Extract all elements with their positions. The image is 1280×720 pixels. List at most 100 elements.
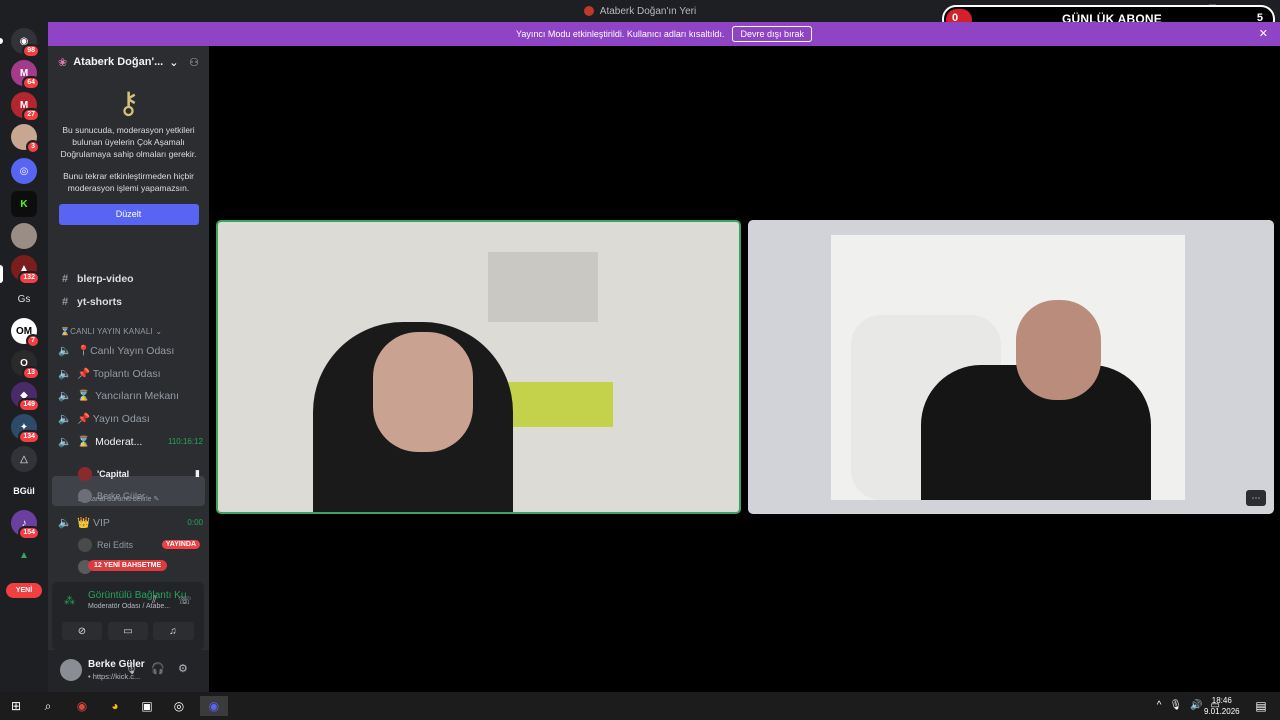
- camera-off-icon: ⊘: [77, 625, 87, 637]
- search-icon[interactable]: ⌕: [37, 696, 59, 716]
- server-icon[interactable]: 3: [11, 124, 40, 154]
- kick-server-icon[interactable]: K: [11, 191, 37, 217]
- speaker-icon: 🔈: [58, 436, 72, 448]
- app-icon[interactable]: ◎: [168, 696, 190, 716]
- soundboard-icon: ♫: [169, 625, 177, 637]
- new-servers-pill[interactable]: YENİ: [6, 583, 42, 598]
- chrome-icon[interactable]: ◕: [104, 696, 126, 716]
- microphone-icon[interactable]: 🎙: [124, 662, 138, 675]
- voice-channel[interactable]: 🔈 📌 Toplantı Odası: [58, 364, 203, 383]
- channel-label: yt-shorts: [77, 295, 122, 308]
- server-icon[interactable]: M 27: [11, 92, 40, 122]
- hash-icon: #: [61, 272, 69, 285]
- taskbar: ⊞ ⌕ ◉ ◕ ▣ ◎ ◉ ^ 🎙 🔊 ▭ 18:46 9.01.2026 ▤: [0, 692, 1280, 720]
- speaker-icon: 🔈: [58, 345, 72, 357]
- avatar: [78, 488, 92, 503]
- server-icon[interactable]: OM 7: [11, 318, 40, 348]
- camera-off-button[interactable]: ⊘: [62, 622, 102, 640]
- microphone-icon[interactable]: 🎙: [1169, 700, 1182, 711]
- channel-label: blerp-video: [77, 272, 134, 285]
- voice-channel[interactable]: 🔈 ⌛ Yancıların Mekanı: [58, 386, 203, 405]
- speaker-icon: 🔈: [58, 390, 72, 402]
- notification-icon[interactable]: ▤: [1250, 696, 1272, 716]
- server-name: Ataberk Doğan'...: [73, 56, 164, 68]
- streamer-mode-banner: Yayıncı Modu etkinleştirildi. Kullanıcı …: [48, 22, 1280, 46]
- mfa-text-2: Bunu tekrar etkinleştirmeden hiçbir mode…: [63, 171, 194, 193]
- disable-streamer-mode-button[interactable]: Devre dışı bırak: [732, 26, 812, 42]
- disconnect-icon[interactable]: ☏: [178, 594, 192, 607]
- camera-icon: ▮: [195, 468, 200, 478]
- server-icon[interactable]: △: [11, 446, 37, 472]
- voice-channel-vip[interactable]: 🔈 👑 VIP 0:00: [58, 513, 203, 532]
- signal-icon[interactable]: ⁂: [64, 594, 75, 607]
- chevron-up-icon[interactable]: ^: [1157, 700, 1162, 711]
- app-icon[interactable]: ◉: [71, 696, 93, 716]
- server-icon[interactable]: M 64: [11, 60, 40, 90]
- app-icon[interactable]: ▣: [136, 696, 158, 716]
- screen-share-icon: ▭: [123, 625, 133, 637]
- new-mentions-pill[interactable]: 12 YENİ BAHSETME: [88, 560, 168, 571]
- server-icon[interactable]: ✦ 134: [11, 414, 40, 444]
- channel-yt-shorts[interactable]: # yt-shorts: [58, 292, 203, 311]
- discord-server-icon[interactable]: ◎: [11, 158, 37, 184]
- volume-icon[interactable]: 🔊: [1190, 700, 1202, 711]
- app-logo-icon: [583, 6, 594, 16]
- server-header[interactable]: ❀ Ataberk Doğan'... ⌄ ⚇: [48, 46, 209, 78]
- date: 9.01.2026: [1204, 707, 1240, 716]
- chevron-down-icon: ⌄: [169, 56, 179, 69]
- fix-mfa-button[interactable]: Düzelt: [58, 204, 199, 225]
- avatar: [78, 537, 92, 552]
- server-icon[interactable]: Gs: [11, 286, 37, 312]
- category-label: CANLI YAYIN KANALI: [70, 327, 153, 336]
- server-icon[interactable]: [11, 223, 37, 249]
- voice-channel-moderator[interactable]: 🔈 ⌛ Moderat... 110:16:12: [58, 432, 203, 451]
- shared-video: [831, 235, 1185, 500]
- direct-messages-icon[interactable]: ◉ 98: [11, 28, 40, 58]
- server-icon[interactable]: ◆ 149: [11, 382, 40, 412]
- server-icon[interactable]: ▲: [11, 542, 37, 568]
- key-icon: ⚷: [117, 87, 140, 120]
- speaker-icon: 🔈: [58, 368, 72, 380]
- channel-label: 📌 Toplantı Odası: [77, 368, 161, 380]
- server-badge-icon: ❀: [58, 56, 68, 69]
- voice-user[interactable]: 'Capital ▮: [78, 465, 200, 482]
- speaker-icon: 🔈: [58, 413, 72, 425]
- channel-label: 📌 Yayın Odası: [77, 413, 150, 425]
- video-tile-webcam[interactable]: [216, 220, 741, 514]
- video-tile-screen[interactable]: ⋯: [748, 220, 1274, 514]
- avatar[interactable]: [60, 659, 82, 681]
- voice-channel[interactable]: 🔈 📌 Yayın Odası: [58, 409, 203, 428]
- server-icon[interactable]: BGül: [11, 478, 37, 504]
- voice-connected-channel[interactable]: Moderatör Odası / Atabe...: [88, 603, 170, 610]
- voice-user[interactable]: Rei Edits YAYINDA: [78, 536, 200, 553]
- voice-user[interactable]: Berke Güler: [78, 487, 200, 504]
- soundboard-button[interactable]: ♫: [153, 622, 193, 640]
- gear-icon[interactable]: ⚙: [178, 662, 188, 675]
- banner-message: Yayıncı Modu etkinleştirildi. Kullanıcı …: [516, 29, 725, 39]
- live-badge: YAYINDA: [161, 540, 200, 549]
- hourglass-icon: ⌛: [60, 327, 71, 336]
- avatar: [78, 466, 92, 481]
- noise-suppression-icon[interactable]: ⫽: [152, 594, 157, 607]
- clock[interactable]: 18:46 9.01.2026: [1204, 695, 1240, 717]
- headphones-icon[interactable]: 🎧: [151, 662, 165, 675]
- window-title: Ataberk Doğan'ın Yeri: [599, 5, 697, 17]
- voice-channel[interactable]: 🔈 📍Canlı Yayın Odası: [58, 341, 203, 360]
- category-header[interactable]: ⌛CANLI YAYIN KANALI ⌄: [60, 327, 162, 336]
- hourglass-icon: ⌛: [77, 390, 91, 402]
- invite-people-icon[interactable]: ⚇: [189, 56, 199, 69]
- discord-icon[interactable]: ◉: [200, 696, 228, 716]
- more-options-button[interactable]: ⋯: [1246, 490, 1266, 506]
- voice-connected-title: Görüntülü Bağlantı Ku: [88, 590, 187, 601]
- user-label: Berke Güler: [97, 490, 146, 501]
- server-icon[interactable]: ♪ 154: [11, 510, 40, 540]
- channel-timer: 110:16:12: [168, 437, 203, 446]
- time: 18:46: [1211, 696, 1232, 705]
- screen-share-button[interactable]: ▭: [108, 622, 148, 640]
- channel-blerp-video[interactable]: # blerp-video: [58, 269, 203, 288]
- server-icon[interactable]: ▲ 132: [11, 255, 40, 285]
- chevron-down-icon: ⌄: [155, 327, 163, 336]
- server-icon[interactable]: O 13: [11, 350, 40, 380]
- close-icon[interactable]: ✕: [1259, 27, 1268, 40]
- windows-start-icon[interactable]: ⊞: [5, 696, 27, 716]
